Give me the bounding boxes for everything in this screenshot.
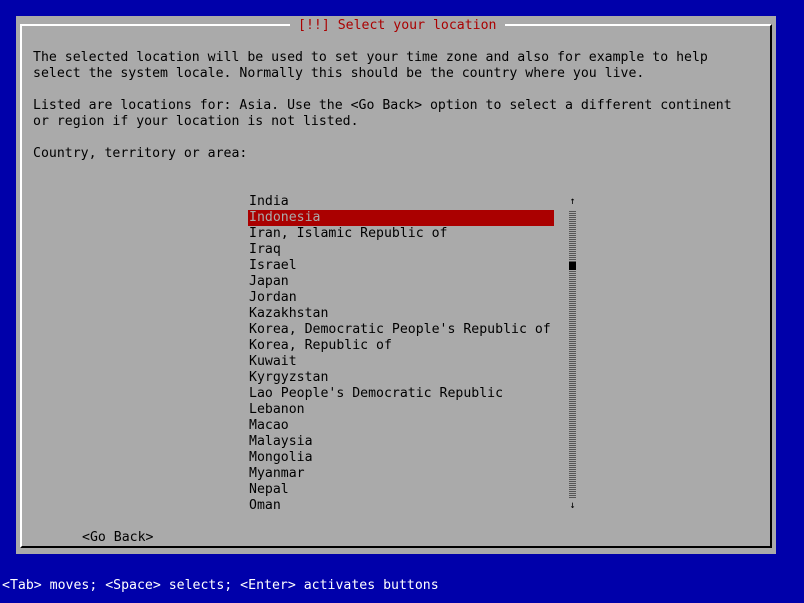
list-item[interactable]: Kazakhstan [248, 306, 554, 322]
list-item[interactable]: Myanmar [248, 466, 554, 482]
list-item[interactable]: Japan [248, 274, 554, 290]
list-item[interactable]: Jordan [248, 290, 554, 306]
dialog-title: [!!] Select your location [290, 18, 505, 34]
scroll-up-arrow-icon[interactable]: ↑ [568, 194, 577, 210]
list-item[interactable]: Israel [248, 258, 554, 274]
region-line-2: or region if your location is not listed… [33, 114, 359, 129]
list-item[interactable]: Lebanon [248, 402, 554, 418]
list-item[interactable]: Korea, Republic of [248, 338, 554, 354]
description-line-2: select the system locale. Normally this … [33, 66, 645, 81]
list-item[interactable]: Malaysia [248, 434, 554, 450]
country-list[interactable]: India Indonesia Iran, Islamic Republic of I… [248, 194, 554, 514]
scroll-track[interactable] [569, 210, 576, 498]
scroll-down-arrow-icon[interactable]: ↓ [568, 498, 577, 514]
list-scrollbar[interactable]: ↑ ↓ [568, 194, 577, 514]
list-item[interactable]: Lao People's Democratic Republic [248, 386, 554, 402]
list-item[interactable]: Mongolia [248, 450, 554, 466]
list-item[interactable]: Korea, Democratic People's Republic of [248, 322, 554, 338]
list-item[interactable]: India [248, 194, 554, 210]
list-item[interactable]: Macao [248, 418, 554, 434]
location-dialog: [!!] Select your location The selected l… [16, 16, 776, 554]
list-item[interactable]: Iraq [248, 242, 554, 258]
list-item[interactable]: Nepal [248, 482, 554, 498]
list-item[interactable]: Iran, Islamic Republic of [248, 226, 554, 242]
list-item[interactable]: Indonesia [248, 210, 554, 226]
scroll-thumb[interactable] [569, 262, 576, 270]
list-label: Country, territory or area: [33, 146, 248, 161]
list-item[interactable]: Kyrgyzstan [248, 370, 554, 386]
status-bar: <Tab> moves; <Space> selects; <Enter> ac… [2, 578, 439, 593]
go-back-button[interactable]: <Go Back> [82, 530, 153, 546]
list-item[interactable]: Kuwait [248, 354, 554, 370]
list-item[interactable]: Oman [248, 498, 554, 514]
description-line-1: The selected location will be used to se… [33, 50, 708, 65]
region-line-1: Listed are locations for: Asia. Use the … [33, 98, 732, 113]
